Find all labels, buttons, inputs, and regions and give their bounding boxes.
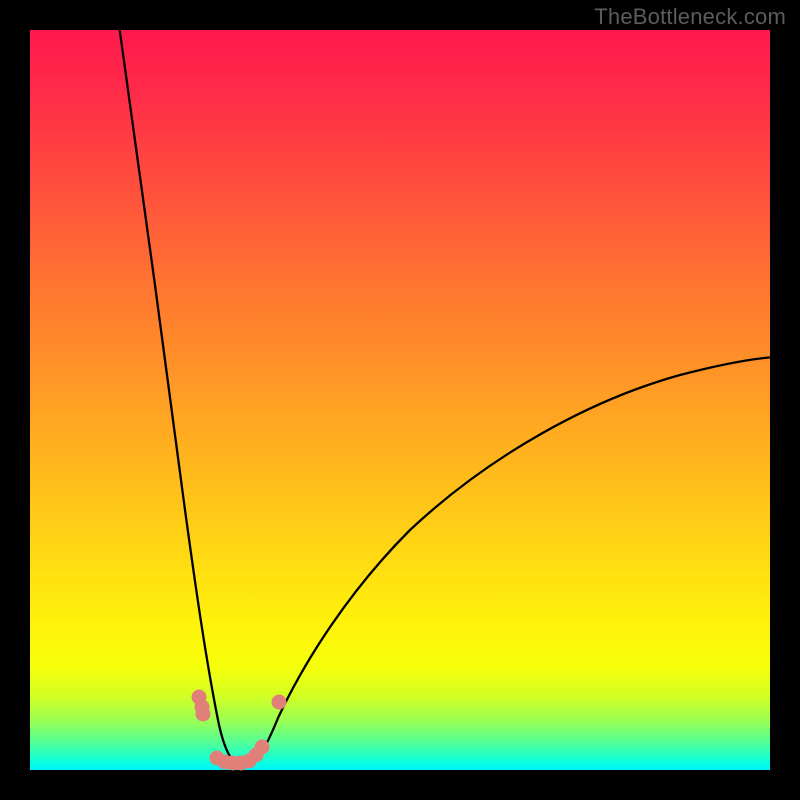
marker-dot <box>255 740 270 755</box>
chart-frame: TheBottleneck.com <box>0 0 800 800</box>
marker-dot <box>272 695 287 710</box>
right-branch-curve <box>243 357 775 767</box>
attribution-text: TheBottleneck.com <box>594 4 786 30</box>
marker-dot <box>196 707 211 722</box>
plot-area <box>30 30 770 770</box>
curve-layer <box>30 30 770 770</box>
left-branch-curve <box>119 25 243 767</box>
